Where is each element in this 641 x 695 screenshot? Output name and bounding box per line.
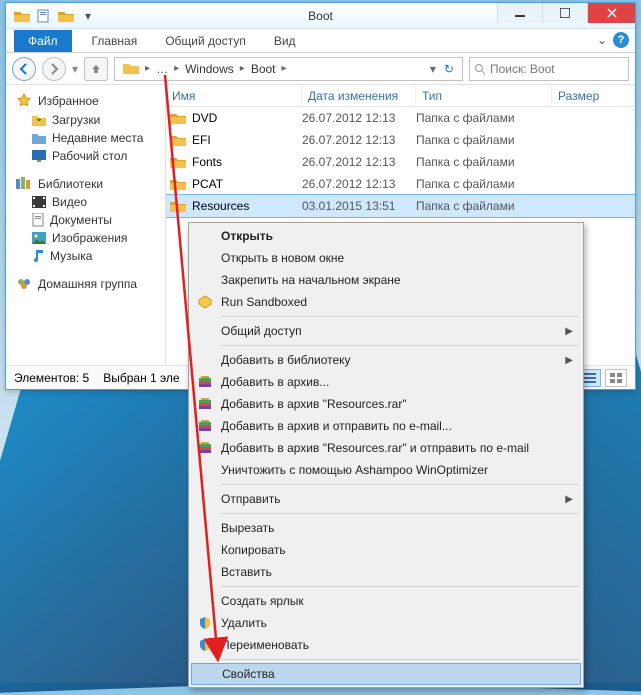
address-row: ▾ ▸ … ▸ Windows ▸ Boot ▸ ▾ ↻ Поиск: Boot (6, 53, 635, 85)
nav-video[interactable]: Видео (16, 193, 165, 211)
winrar-icon (195, 441, 215, 455)
table-row[interactable]: Fonts26.07.2012 12:13Папка с файлами (166, 151, 635, 173)
cm-rename[interactable]: Переименовать (191, 634, 581, 656)
status-selection: Выбран 1 эле (103, 371, 179, 385)
cm-shortcut[interactable]: Создать ярлык (191, 590, 581, 612)
qat-properties-icon[interactable] (34, 7, 54, 25)
cm-add-library[interactable]: Добавить в библиотеку▶ (191, 349, 581, 371)
crumb-boot[interactable]: Boot (247, 62, 280, 76)
winrar-icon (195, 397, 215, 411)
nav-music[interactable]: Музыка (16, 247, 165, 265)
table-row[interactable]: EFI26.07.2012 12:13Папка с файлами (166, 129, 635, 151)
ribbon-expand-icon[interactable]: ⌄ (597, 33, 607, 47)
cm-open-new[interactable]: Открыть в новом окне (191, 247, 581, 269)
winrar-icon (195, 375, 215, 389)
nav-recent[interactable]: Недавние места (16, 129, 165, 147)
nav-favorites[interactable]: Избранное (16, 91, 165, 111)
cm-copy[interactable]: Копировать (191, 539, 581, 561)
cm-send-to[interactable]: Отправить▶ (191, 488, 581, 510)
up-button[interactable] (84, 57, 108, 81)
file-tab[interactable]: Файл (14, 30, 72, 52)
chevron-down-icon[interactable]: ▾ (78, 7, 98, 25)
tab-view[interactable]: Вид (262, 30, 308, 52)
forward-button[interactable] (42, 57, 66, 81)
refresh-icon[interactable]: ↻ (440, 62, 458, 76)
cm-cut[interactable]: Вырезать (191, 517, 581, 539)
crumb-windows[interactable]: Windows (181, 62, 238, 76)
search-placeholder: Поиск: Boot (490, 62, 555, 76)
cm-run-sandboxed[interactable]: Run Sandboxed (191, 291, 581, 313)
col-type[interactable]: Тип (416, 85, 552, 106)
folder-icon (119, 62, 143, 75)
cm-pin-start[interactable]: Закрепить на начальном экране (191, 269, 581, 291)
tab-share[interactable]: Общий доступ (153, 30, 258, 52)
qat-newfolder-icon[interactable] (56, 7, 76, 25)
nav-desktop[interactable]: Рабочий стол (16, 147, 165, 165)
icons-view-button[interactable] (605, 369, 627, 387)
column-headers[interactable]: Имя Дата изменения Тип Размер (166, 85, 635, 107)
cm-add-archive-email[interactable]: Добавить в архив и отправить по e-mail..… (191, 415, 581, 437)
cm-delete[interactable]: Удалить (191, 612, 581, 634)
maximize-button[interactable] (542, 3, 587, 23)
address-dropdown-icon[interactable]: ▾ (426, 62, 440, 76)
breadcrumb[interactable]: ▸ … ▸ Windows ▸ Boot ▸ ▾ ↻ (114, 57, 463, 81)
history-dropdown-icon[interactable]: ▾ (72, 62, 78, 76)
table-row[interactable]: PCAT26.07.2012 12:13Папка с файлами (166, 173, 635, 195)
winrar-icon (195, 419, 215, 433)
nav-downloads[interactable]: Загрузки (16, 111, 165, 129)
help-icon[interactable]: ? (613, 32, 629, 48)
cm-sharing[interactable]: Общий доступ▶ (191, 320, 581, 342)
context-menu: Открыть Открыть в новом окне Закрепить н… (188, 222, 584, 688)
col-size[interactable]: Размер (552, 85, 635, 106)
search-input[interactable]: Поиск: Boot (469, 57, 629, 81)
back-button[interactable] (12, 57, 36, 81)
nav-pane: Избранное Загрузки Недавние места Рабочи… (6, 85, 166, 365)
col-name[interactable]: Имя (166, 85, 302, 106)
status-count: Элементов: 5 (14, 371, 89, 385)
ribbon: Файл Главная Общий доступ Вид ⌄ ? (6, 29, 635, 53)
sandboxie-icon (195, 295, 215, 309)
minimize-button[interactable] (497, 3, 542, 23)
table-row[interactable]: Resources03.01.2015 13:51Папка с файлами (166, 195, 635, 217)
cm-add-archive-named[interactable]: Добавить в архив "Resources.rar" (191, 393, 581, 415)
folder-app-icon (12, 7, 32, 25)
cm-destroy[interactable]: Уничтожить с помощью Ashampoo WinOptimiz… (191, 459, 581, 481)
cm-paste[interactable]: Вставить (191, 561, 581, 583)
cm-open[interactable]: Открыть (191, 225, 581, 247)
nav-documents[interactable]: Документы (16, 211, 165, 229)
cm-properties[interactable]: Свойства (191, 663, 581, 685)
table-row[interactable]: DVD26.07.2012 12:13Папка с файлами (166, 107, 635, 129)
close-button[interactable] (587, 3, 635, 23)
col-date[interactable]: Дата изменения (302, 85, 416, 106)
shield-icon (195, 616, 215, 630)
shield-icon (195, 638, 215, 652)
nav-homegroup[interactable]: Домашняя группа (16, 275, 165, 293)
cm-add-archive[interactable]: Добавить в архив... (191, 371, 581, 393)
nav-libraries[interactable]: Библиотеки (16, 175, 165, 193)
titlebar[interactable]: ▾ Boot (6, 3, 635, 29)
tab-home[interactable]: Главная (80, 30, 150, 52)
cm-add-archive-named-email[interactable]: Добавить в архив "Resources.rar" и отпра… (191, 437, 581, 459)
nav-pictures[interactable]: Изображения (16, 229, 165, 247)
